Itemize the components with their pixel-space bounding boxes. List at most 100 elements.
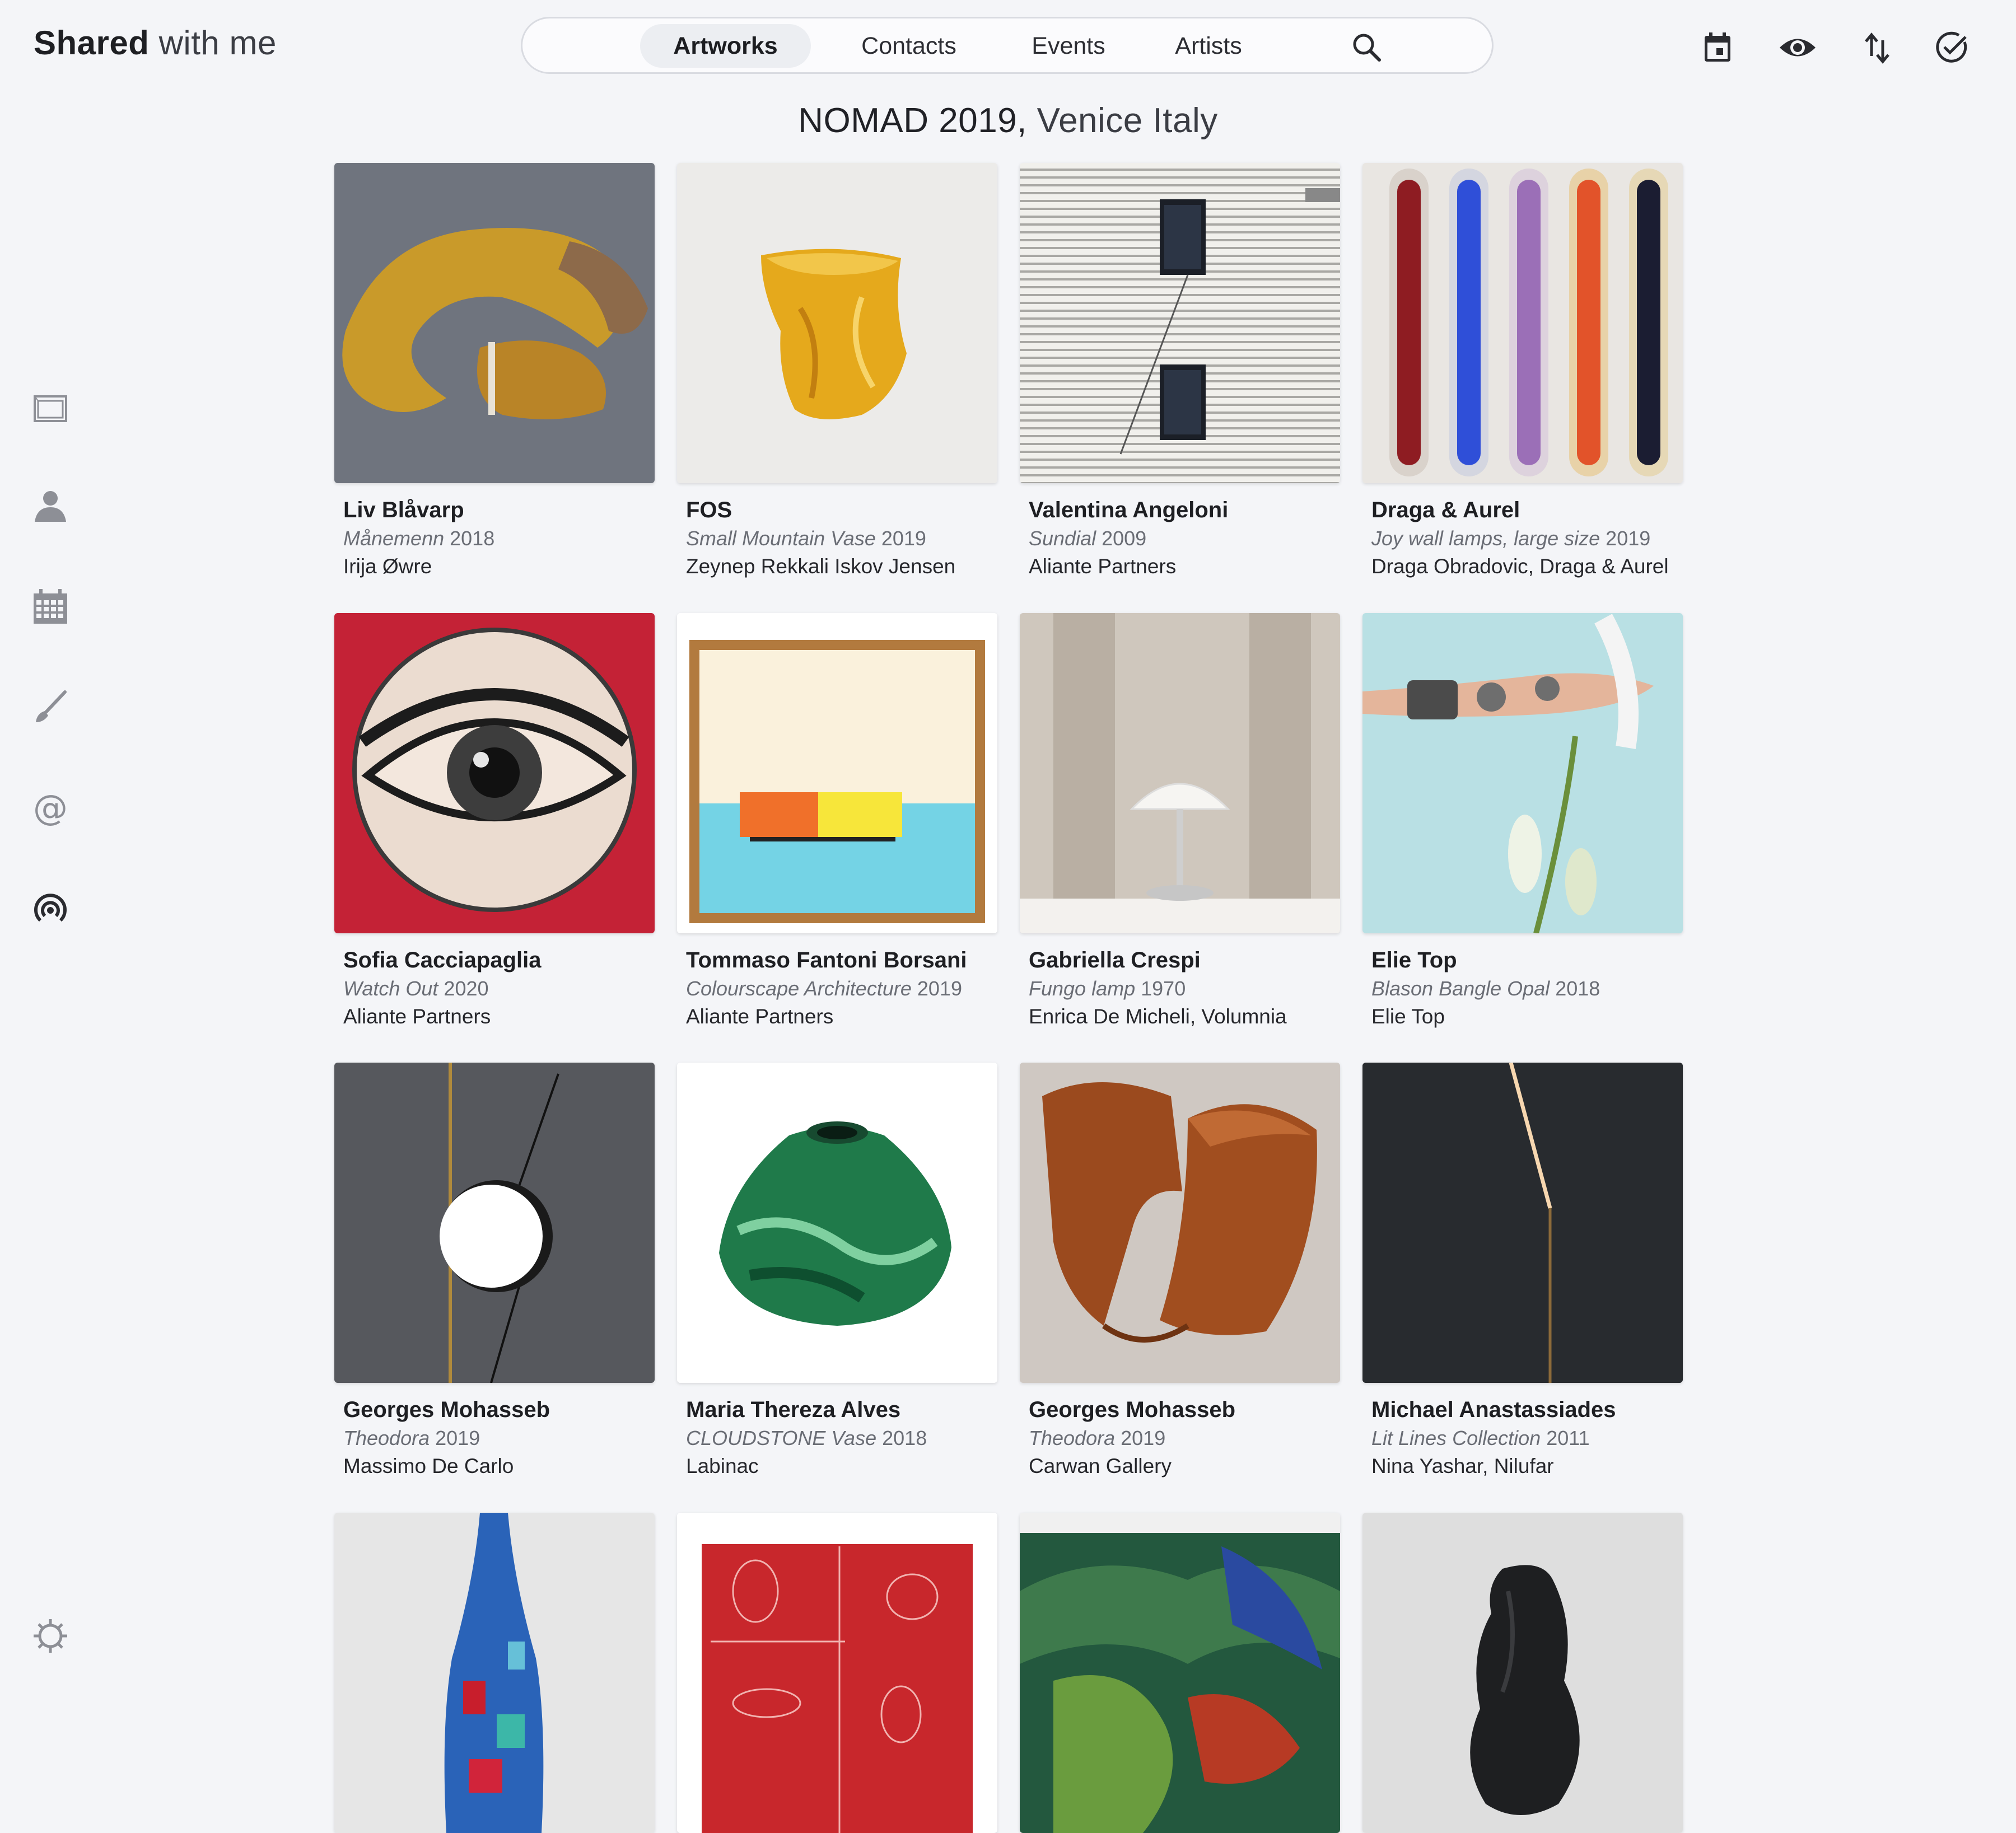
- artwork-title-year: Small Mountain Vase 2019: [686, 525, 997, 553]
- artwork-owner: Nina Yashar, Nilufar: [1371, 1455, 1554, 1477]
- artwork-card[interactable]: Valentina Angeloni Sundial 2009 Aliante …: [1020, 163, 1340, 581]
- artwork-title: CLOUDSTONE Vase: [686, 1427, 877, 1449]
- artwork-title-year: CLOUDSTONE Vase 2018: [686, 1424, 997, 1452]
- artwork-card[interactable]: [334, 1513, 655, 1833]
- artwork-frame-icon[interactable]: [31, 390, 69, 428]
- artwork-image[interactable]: [1362, 163, 1683, 483]
- artwork-image[interactable]: [677, 163, 997, 483]
- artwork-title: Blason Bangle Opal: [1371, 977, 1550, 1000]
- app-title: Shared with me: [34, 24, 277, 62]
- artwork-card[interactable]: Elie Top Blason Bangle Opal 2018 Elie To…: [1362, 613, 1683, 1031]
- artwork-image[interactable]: [1020, 1063, 1340, 1383]
- artwork-card[interactable]: Michael Anastassiades Lit Lines Collecti…: [1362, 1063, 1683, 1480]
- artwork-title: Theodora: [343, 1427, 430, 1449]
- artwork-image[interactable]: [334, 613, 655, 933]
- tab-contacts[interactable]: Contacts: [839, 24, 979, 68]
- eye-icon[interactable]: [1778, 28, 1817, 67]
- artist-name: Valentina Angeloni: [1029, 498, 1229, 522]
- artist-name: Gabriella Crespi: [1029, 948, 1201, 972]
- artwork-year: 2018: [882, 1427, 927, 1449]
- person-icon[interactable]: [31, 487, 69, 525]
- artwork-image[interactable]: [677, 1063, 997, 1383]
- artwork-owner: Labinac: [686, 1455, 759, 1477]
- artwork-image[interactable]: [334, 1063, 655, 1383]
- artwork-title: Månemenn: [343, 527, 445, 550]
- artwork-year: 2011: [1546, 1427, 1590, 1449]
- calendar-grid-icon[interactable]: [31, 588, 69, 626]
- search-icon[interactable]: [1350, 31, 1383, 63]
- calendar-icon[interactable]: [1698, 28, 1737, 67]
- artwork-title: Joy wall lamps, large size: [1371, 527, 1600, 550]
- artwork-card[interactable]: [1020, 1513, 1340, 1833]
- artwork-title-year: Blason Bangle Opal 2018: [1371, 975, 1683, 1003]
- artwork-title-year: Theodora 2019: [1029, 1424, 1340, 1452]
- artwork-title-year: Watch Out 2020: [343, 975, 655, 1003]
- artist-name: Georges Mohasseb: [1029, 1397, 1236, 1422]
- artist-name: Sofia Cacciapaglia: [343, 948, 542, 972]
- artwork-card[interactable]: Gabriella Crespi Fungo lamp 1970 Enrica …: [1020, 613, 1340, 1031]
- at-icon[interactable]: @: [31, 787, 69, 828]
- artwork-image[interactable]: [677, 613, 997, 933]
- artwork-title: Colourscape Architecture: [686, 977, 912, 1000]
- artwork-image[interactable]: [1020, 613, 1340, 933]
- artwork-title: Sundial: [1029, 527, 1096, 550]
- settings-icon[interactable]: [31, 1617, 69, 1655]
- artist-name: Elie Top: [1371, 948, 1457, 972]
- artwork-card[interactable]: Georges Mohasseb Theodora 2019 Massimo D…: [334, 1063, 655, 1480]
- artwork-card[interactable]: Sofia Cacciapaglia Watch Out 2020 Aliant…: [334, 613, 655, 1031]
- artwork-year: 2019: [917, 977, 962, 1000]
- artist-name: Michael Anastassiades: [1371, 1397, 1616, 1422]
- artwork-image[interactable]: [1020, 1513, 1340, 1833]
- sort-icon[interactable]: [1858, 28, 1897, 67]
- artwork-owner: Draga Obradovic, Draga & Aurel: [1371, 555, 1669, 578]
- artwork-year: 2019: [881, 527, 926, 550]
- check-circle-icon[interactable]: [1932, 28, 1971, 67]
- artwork-image[interactable]: [1362, 1513, 1683, 1833]
- event-heading: NOMAD 2019, Venice Italy: [0, 101, 2016, 141]
- artist-name: FOS: [686, 498, 732, 522]
- artist-name: Maria Thereza Alves: [686, 1397, 901, 1422]
- artwork-owner: Massimo De Carlo: [343, 1455, 514, 1477]
- artist-name: Georges Mohasseb: [343, 1397, 550, 1422]
- artwork-title: Lit Lines Collection: [1371, 1427, 1541, 1449]
- tab-events[interactable]: Events: [1007, 24, 1130, 68]
- artwork-title: Theodora: [1029, 1427, 1116, 1449]
- artwork-year: 2019: [435, 1427, 480, 1449]
- tab-artists[interactable]: Artists: [1150, 24, 1267, 68]
- artwork-image[interactable]: [334, 163, 655, 483]
- artwork-title-year: Månemenn 2018: [343, 525, 655, 553]
- artwork-title-year: Sundial 2009: [1029, 525, 1340, 553]
- artwork-title-year: Joy wall lamps, large size 2019: [1371, 525, 1683, 553]
- artwork-card[interactable]: [1362, 1513, 1683, 1833]
- artwork-image[interactable]: [1020, 163, 1340, 483]
- artwork-image[interactable]: [1362, 1063, 1683, 1383]
- artwork-title-year: Colourscape Architecture 2019: [686, 975, 997, 1003]
- app-title-rest: with me: [158, 24, 277, 62]
- artwork-title-year: Lit Lines Collection 2011: [1371, 1424, 1683, 1452]
- artwork-card[interactable]: Maria Thereza Alves CLOUDSTONE Vase 2018…: [677, 1063, 997, 1480]
- artist-name: Draga & Aurel: [1371, 498, 1520, 522]
- artwork-image[interactable]: [1362, 613, 1683, 933]
- artwork-owner: Enrica De Micheli, Volumnia: [1029, 1005, 1287, 1028]
- artwork-card[interactable]: Liv Blåvarp Månemenn 2018 Irija Øwre: [334, 163, 655, 581]
- artwork-card[interactable]: [677, 1513, 997, 1833]
- artist-name: Tommaso Fantoni Borsani: [686, 948, 967, 972]
- artwork-image[interactable]: [677, 1513, 997, 1833]
- artwork-title-year: Fungo lamp 1970: [1029, 975, 1340, 1003]
- artwork-card[interactable]: Georges Mohasseb Theodora 2019 Carwan Ga…: [1020, 1063, 1340, 1480]
- artwork-owner: Zeynep Rekkali Iskov Jensen: [686, 555, 956, 578]
- brush-icon[interactable]: [31, 689, 69, 727]
- artwork-title: Fungo lamp: [1029, 977, 1136, 1000]
- artwork-year: 2018: [1555, 977, 1600, 1000]
- artwork-card[interactable]: Draga & Aurel Joy wall lamps, large size…: [1362, 163, 1683, 581]
- broadcast-icon[interactable]: [31, 890, 69, 928]
- artwork-year: 1970: [1141, 977, 1186, 1000]
- tab-artworks[interactable]: Artworks: [640, 24, 811, 68]
- artwork-image[interactable]: [334, 1513, 655, 1833]
- artwork-title: Small Mountain Vase: [686, 527, 876, 550]
- artwork-card[interactable]: Tommaso Fantoni Borsani Colourscape Arch…: [677, 613, 997, 1031]
- svg-text:@: @: [33, 789, 68, 827]
- artwork-year: 2020: [444, 977, 489, 1000]
- artwork-card[interactable]: FOS Small Mountain Vase 2019 Zeynep Rekk…: [677, 163, 997, 581]
- app-title-bold: Shared: [34, 24, 150, 62]
